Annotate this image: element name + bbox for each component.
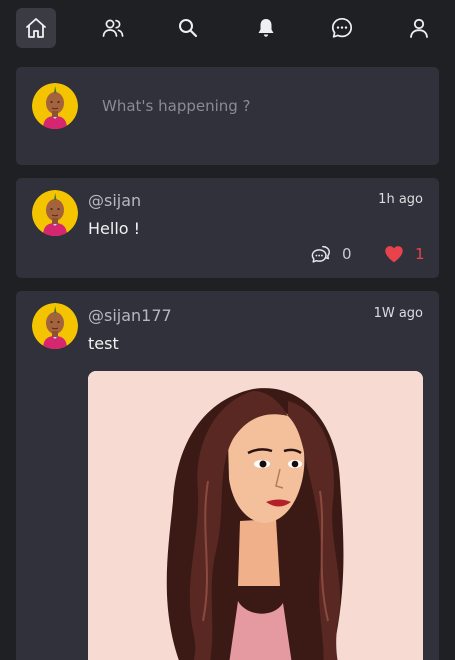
user-icon bbox=[410, 18, 428, 38]
post-timestamp: 1W ago bbox=[373, 306, 423, 321]
avatar[interactable] bbox=[32, 83, 78, 129]
search-icon bbox=[179, 19, 198, 38]
nav-notifications-button[interactable] bbox=[246, 8, 286, 48]
avatar-illustration bbox=[32, 83, 78, 129]
comments-icon bbox=[311, 245, 330, 263]
post-username[interactable]: @sijan bbox=[88, 191, 141, 210]
heart-icon bbox=[385, 246, 403, 263]
nav-profile-button[interactable] bbox=[399, 8, 439, 48]
like-button[interactable]: 1 bbox=[383, 243, 425, 265]
post-content: Hello ! bbox=[88, 219, 141, 238]
composer-input[interactable] bbox=[102, 93, 422, 119]
avatar-illustration bbox=[32, 303, 78, 349]
avatar-illustration bbox=[32, 190, 78, 236]
chat-icon bbox=[331, 17, 353, 38]
avatar[interactable] bbox=[32, 190, 78, 236]
home-icon bbox=[26, 18, 46, 38]
comment-count: 0 bbox=[342, 245, 352, 263]
like-count: 1 bbox=[415, 245, 425, 263]
users-icon bbox=[102, 19, 124, 37]
post-content: test bbox=[88, 334, 119, 353]
nav-home-button[interactable] bbox=[16, 8, 56, 48]
post-image[interactable] bbox=[88, 371, 423, 660]
nav-messages-button[interactable] bbox=[322, 8, 362, 48]
woman-portrait-illustration bbox=[88, 371, 423, 660]
bell-icon bbox=[258, 19, 274, 37]
post-username[interactable]: @sijan177 bbox=[88, 306, 172, 325]
avatar[interactable] bbox=[32, 303, 78, 349]
nav-search-button[interactable] bbox=[168, 8, 208, 48]
post-card: @sijan177 1W ago test bbox=[16, 291, 439, 660]
post-card: @sijan 1h ago Hello ! 0 1 bbox=[16, 178, 439, 278]
top-navigation bbox=[0, 0, 455, 56]
post-timestamp: 1h ago bbox=[378, 192, 423, 207]
nav-friends-button[interactable] bbox=[93, 8, 133, 48]
comment-button[interactable]: 0 bbox=[310, 243, 352, 265]
composer-card bbox=[16, 67, 439, 165]
